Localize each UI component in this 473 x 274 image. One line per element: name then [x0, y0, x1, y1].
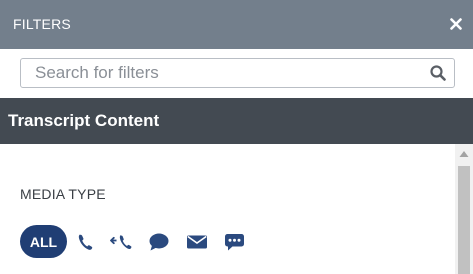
filters-header: FILTERS	[0, 0, 473, 49]
scrollbar-thumb[interactable]	[458, 166, 470, 274]
close-icon[interactable]	[449, 16, 463, 32]
chat-bubble-icon[interactable]	[148, 232, 170, 252]
media-type-label: MEDIA TYPE	[20, 186, 106, 202]
media-type-all-button[interactable]: ALL	[20, 225, 67, 258]
search-box	[20, 58, 455, 88]
transfer-call-icon[interactable]	[110, 232, 132, 252]
header-title: FILTERS	[13, 16, 71, 32]
scrollbar[interactable]	[455, 144, 473, 274]
sms-icon[interactable]	[224, 232, 246, 252]
search-input[interactable]	[21, 59, 421, 87]
scroll-up-arrow-icon[interactable]	[455, 144, 473, 164]
phone-icon[interactable]	[75, 232, 97, 252]
section-header[interactable]: Transcript Content	[0, 98, 473, 144]
section-title: Transcript Content	[8, 111, 160, 130]
section-content: MEDIA TYPE ALL	[0, 144, 473, 274]
search-icon[interactable]	[430, 65, 446, 81]
email-icon[interactable]	[186, 232, 208, 252]
filters-panel: FILTERS Transcript Content MEDIA TYPE AL…	[0, 0, 473, 274]
